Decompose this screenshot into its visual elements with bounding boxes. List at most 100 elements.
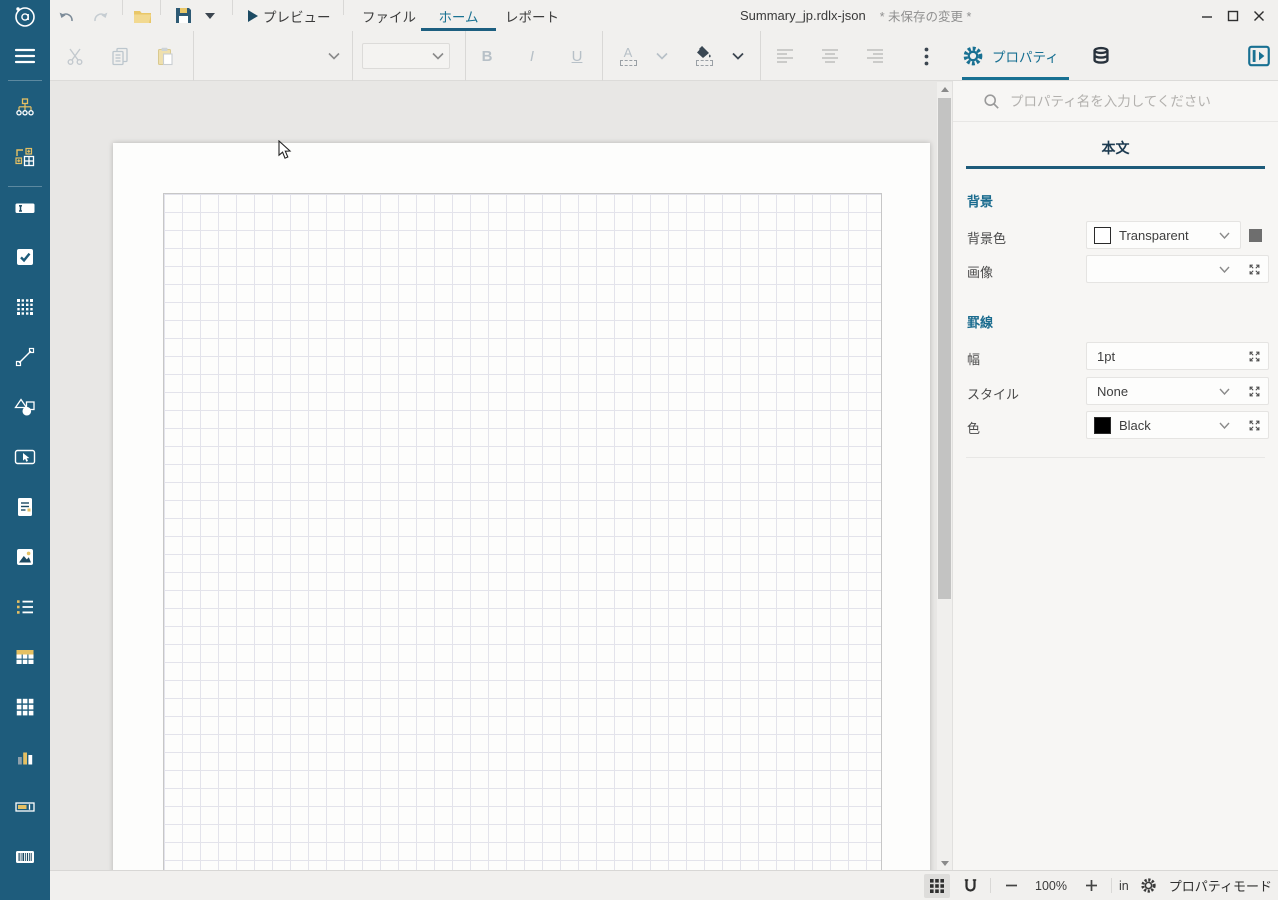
more-options-button[interactable] <box>916 31 936 81</box>
align-right-button[interactable] <box>863 31 887 81</box>
report-page[interactable] <box>113 143 930 870</box>
titlebar-divider <box>232 0 233 15</box>
section-header-border: 罫線 <box>967 312 993 331</box>
app-logo-icon[interactable] <box>11 3 39 29</box>
zoom-out-button[interactable] <box>998 874 1024 898</box>
font-color-dropdown-icon[interactable] <box>654 31 670 81</box>
cut-button[interactable] <box>64 31 86 81</box>
align-left-button[interactable] <box>773 31 797 81</box>
checkbox-tool-icon[interactable] <box>13 245 37 269</box>
color-swatch-black <box>1094 417 1111 434</box>
menu-report[interactable]: レポート <box>502 0 562 31</box>
toolbar-divider <box>760 31 761 81</box>
border-color-dropdown[interactable]: Black <box>1086 411 1269 439</box>
container-tool-icon[interactable] <box>13 445 37 469</box>
zoom-level[interactable]: 100% <box>1031 879 1071 893</box>
bullet-tool-icon[interactable] <box>13 795 37 819</box>
toolbar-divider <box>352 31 353 81</box>
prop-label-width: 幅 <box>967 349 980 368</box>
close-button[interactable] <box>1246 0 1272 31</box>
background-color-dropdown[interactable]: Transparent <box>1086 221 1241 249</box>
unit-selector[interactable]: in <box>1119 879 1129 893</box>
font-family-dropdown[interactable] <box>205 31 340 81</box>
chevron-down-icon <box>1219 266 1230 273</box>
preview-label: プレビュー <box>263 6 331 26</box>
font-color-swatch <box>620 60 637 66</box>
prop-label-style: スタイル <box>967 384 1019 403</box>
richtext-tool-icon[interactable] <box>13 495 37 519</box>
report-body-grid[interactable] <box>163 193 882 870</box>
expand-icon[interactable] <box>1248 419 1261 432</box>
property-mode-button[interactable]: プロパティモード <box>1169 876 1272 895</box>
background-image-dropdown[interactable] <box>1086 255 1269 283</box>
unsaved-indicator: * 未保存の変更 * <box>880 6 972 25</box>
panel-toggle-button[interactable] <box>1245 31 1273 81</box>
scroll-down-icon[interactable] <box>937 856 952 870</box>
chart-tool-icon[interactable] <box>13 745 37 769</box>
border-style-dropdown[interactable]: None <box>1086 377 1269 405</box>
italic-button[interactable]: I <box>520 31 544 81</box>
menu-home[interactable]: ホーム <box>421 0 496 31</box>
toolbar-divider <box>465 31 466 81</box>
properties-panel: 本文 背景 背景色 Transparent 画像 罫線 幅 スタイル None … <box>952 81 1278 870</box>
border-width-field[interactable] <box>1086 342 1269 370</box>
paste-button[interactable] <box>154 31 176 81</box>
grid-toggle-button[interactable] <box>924 874 950 898</box>
titlebar-divider <box>160 0 161 15</box>
background-color-detail-button[interactable] <box>1249 229 1262 242</box>
bold-button[interactable]: B <box>475 31 499 81</box>
prop-label-background-color: 背景色 <box>967 228 1006 247</box>
settings-gear-icon[interactable] <box>1136 874 1162 898</box>
sidebar-divider <box>8 80 42 81</box>
toolbar-divider <box>602 31 603 81</box>
table-tool-icon[interactable] <box>13 645 37 669</box>
snap-toggle-button[interactable] <box>957 874 983 898</box>
underline-button[interactable]: U <box>565 31 589 81</box>
mouse-cursor <box>278 140 293 165</box>
fill-color-dropdown-icon[interactable] <box>730 31 746 81</box>
zoom-in-button[interactable] <box>1078 874 1104 898</box>
tool-sidebar <box>0 0 50 900</box>
align-center-button[interactable] <box>818 31 842 81</box>
maximize-button[interactable] <box>1220 0 1246 31</box>
preview-button[interactable]: プレビュー <box>263 0 331 31</box>
properties-tab-button[interactable]: プロパティ <box>962 31 1059 81</box>
menu-icon[interactable] <box>13 44 37 68</box>
expand-icon[interactable] <box>1248 350 1261 363</box>
copy-button[interactable] <box>109 31 131 81</box>
font-color-button[interactable]: A <box>616 31 640 81</box>
scroll-up-icon[interactable] <box>937 82 952 96</box>
group-editor-icon[interactable] <box>13 145 37 169</box>
tablix-tool-icon[interactable] <box>13 695 37 719</box>
design-canvas[interactable] <box>50 81 952 870</box>
minimize-button[interactable] <box>1194 0 1220 31</box>
data-sources-button[interactable] <box>1088 31 1114 81</box>
textbox-tool-icon[interactable] <box>13 196 37 220</box>
redo-button[interactable] <box>91 0 111 31</box>
property-search-input[interactable] <box>1010 94 1250 109</box>
expand-icon[interactable] <box>1248 263 1261 276</box>
open-folder-button[interactable] <box>131 0 153 31</box>
shape-tool-icon[interactable] <box>13 395 37 419</box>
undo-button[interactable] <box>56 0 76 31</box>
font-size-dropdown[interactable] <box>362 31 450 81</box>
barcode-tool-icon[interactable] <box>13 845 37 869</box>
scope-tab-body[interactable]: 本文 <box>953 138 1278 158</box>
expand-icon[interactable] <box>1248 385 1261 398</box>
toolbar-divider <box>193 31 194 81</box>
fill-color-button[interactable] <box>692 31 716 81</box>
save-dropdown-icon[interactable] <box>202 0 218 31</box>
chevron-down-icon <box>1219 388 1230 395</box>
search-icon <box>983 93 1000 110</box>
menu-file[interactable]: ファイル <box>362 0 416 31</box>
border-width-input[interactable] <box>1097 349 1207 364</box>
vertical-scrollbar[interactable] <box>937 82 952 870</box>
scrollbar-thumb[interactable] <box>938 98 951 599</box>
report-explorer-icon[interactable] <box>13 96 37 120</box>
image-tool-icon[interactable] <box>13 545 37 569</box>
prop-label-color: 色 <box>967 418 980 437</box>
line-tool-icon[interactable] <box>13 345 37 369</box>
list-tool-icon[interactable] <box>13 595 37 619</box>
save-button[interactable] <box>173 0 193 31</box>
fixed-grid-tool-icon[interactable] <box>13 295 37 319</box>
